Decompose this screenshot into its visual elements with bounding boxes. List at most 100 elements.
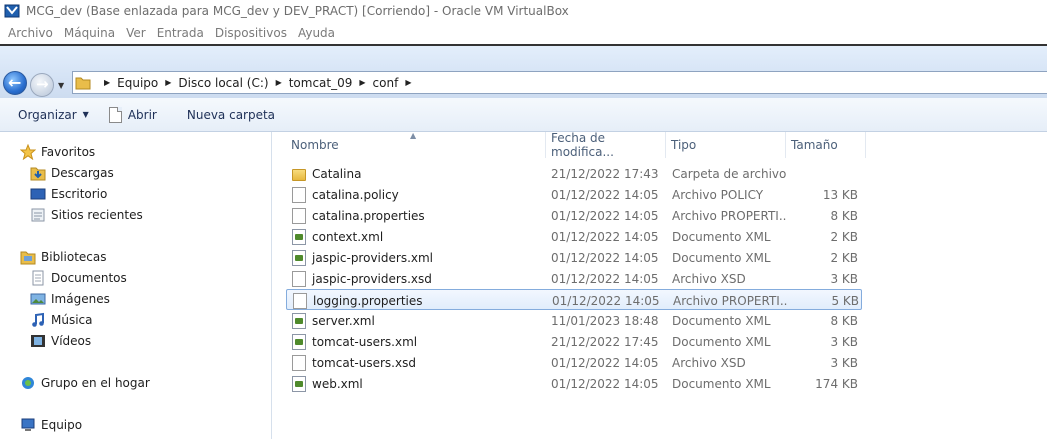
address-area: ← → ▼ ▶ Equipo ▶ Disco local (C:) ▶ tomc… [0,44,1047,98]
column-label: Tamaño [791,138,838,152]
folder-icon [75,76,91,90]
nav-libraries[interactable]: Bibliotecas [20,247,106,267]
recent-pages-dropdown-icon[interactable]: ▼ [58,81,64,90]
breadcrumb-tomcat[interactable]: tomcat_09 [289,76,353,90]
organize-button[interactable]: Organizar ▼ [18,108,89,122]
nav-images[interactable]: Imágenes [30,289,110,309]
file-size: 8 KB [830,208,858,223]
folder-icon [292,168,306,181]
file-name: web.xml [312,376,363,391]
file-size: 3 KB [830,355,858,370]
back-button[interactable]: ← [3,71,27,95]
file-name: Catalina [312,166,362,181]
menu-dispositivos[interactable]: Dispositivos [215,26,287,40]
nav-homegroup[interactable]: Grupo en el hogar [20,373,150,393]
computer-icon [20,417,36,433]
nav-desktop[interactable]: Escritorio [30,184,107,204]
file-type: Archivo POLICY [672,187,764,202]
xml-file-icon [292,375,306,392]
nav-label: Escritorio [51,187,108,201]
nav-documents[interactable]: Documentos [30,268,127,288]
document-icon [108,106,122,123]
file-type: Documento XML [672,376,771,391]
breadcrumb-equipo[interactable]: Equipo [117,76,158,90]
file-date: 01/12/2022 14:05 [551,376,659,391]
breadcrumb-arrow-icon[interactable]: ▶ [165,78,171,87]
file-size [791,163,858,184]
new-folder-button[interactable]: Nueva carpeta [187,108,275,122]
file-date: 01/12/2022 14:05 [551,250,659,265]
file-row[interactable]: Catalina 21/12/2022 17:43 Carpeta de arc… [286,163,862,184]
nav-recent-places[interactable]: Sitios recientes [30,205,143,225]
file-size: 174 KB [815,376,858,391]
forward-button[interactable]: → [30,73,54,97]
file-name: catalina.properties [312,208,425,223]
file-type: Archivo PROPERTI... [672,208,787,223]
menu-maquina[interactable]: Máquina [64,26,115,40]
window-title-bar: MCG_dev (Base enlazada para MCG_dev y DE… [0,0,1047,22]
nav-label: Sitios recientes [51,208,143,222]
column-headers: ▲ Nombre Fecha de modifica... Tipo Tamañ… [286,131,1047,159]
back-arrow-icon: ← [8,73,22,92]
nav-music[interactable]: Música [30,310,93,330]
downloads-folder-icon [30,165,46,181]
breadcrumb-arrow-icon[interactable]: ▶ [359,78,365,87]
file-row[interactable]: context.xml 01/12/2022 14:05 Documento X… [286,226,862,247]
file-row-selected[interactable]: logging.properties 01/12/2022 14:05 Arch… [286,289,862,310]
xml-file-icon [292,249,306,266]
column-header-type[interactable]: Tipo [666,132,786,158]
nav-videos[interactable]: Vídeos [30,331,91,351]
desktop-icon [30,186,46,202]
file-size: 3 KB [830,334,858,349]
file-row[interactable]: catalina.properties 01/12/2022 14:05 Arc… [286,205,862,226]
music-icon [30,312,46,328]
homegroup-icon [20,375,36,391]
nav-favorites[interactable]: Favoritos [19,142,95,162]
nav-downloads[interactable]: Descargas [30,163,114,183]
nav-label: Descargas [51,166,114,180]
breadcrumb-arrow-icon[interactable]: ▶ [276,78,282,87]
nav-computer[interactable]: Equipo [20,415,82,435]
breadcrumb-disco-local[interactable]: Disco local (C:) [178,76,268,90]
file-icon [292,207,306,224]
file-row[interactable]: tomcat-users.xml 21/12/2022 17:45 Docume… [286,331,862,352]
videos-icon [30,333,46,349]
file-date: 01/12/2022 14:05 [552,293,660,308]
breadcrumb-arrow-icon[interactable]: ▶ [405,78,411,87]
file-name: tomcat-users.xml [312,334,418,349]
file-date: 21/12/2022 17:43 [551,166,659,181]
file-date: 01/12/2022 14:05 [551,355,659,370]
menu-ver[interactable]: Ver [126,26,146,40]
file-date: 01/12/2022 14:05 [551,187,659,202]
column-header-size[interactable]: Tamaño [786,132,866,158]
file-type: Archivo XSD [672,355,746,370]
column-label: Fecha de modifica... [551,131,614,159]
menu-archivo[interactable]: Archivo [8,26,53,40]
file-row[interactable]: catalina.policy 01/12/2022 14:05 Archivo… [286,184,862,205]
column-header-name[interactable]: Nombre [286,132,546,158]
file-date: 11/01/2023 18:48 [551,313,659,328]
organize-label: Organizar [18,107,77,122]
file-row[interactable]: web.xml 01/12/2022 14:05 Documento XML 1… [286,373,862,394]
xml-file-icon [292,228,306,245]
file-row[interactable]: jaspic-providers.xsd 01/12/2022 14:05 Ar… [286,268,862,289]
file-name: logging.properties [313,293,423,308]
images-icon [30,291,46,307]
documents-icon [30,270,46,286]
menu-ayuda[interactable]: Ayuda [298,26,335,40]
column-header-date[interactable]: Fecha de modifica... [546,131,666,159]
file-name: jaspic-providers.xsd [312,271,432,286]
nav-label: Imágenes [51,292,110,306]
open-button[interactable]: Abrir [108,106,157,123]
file-size: 3 KB [830,271,858,286]
nav-label: Documentos [51,271,127,285]
breadcrumb-arrow-icon[interactable]: ▶ [104,78,110,87]
file-name: context.xml [312,229,384,244]
file-row[interactable]: tomcat-users.xsd 01/12/2022 14:05 Archiv… [286,352,862,373]
file-row[interactable]: jaspic-providers.xml 01/12/2022 14:05 Do… [286,247,862,268]
chevron-down-icon: ▼ [82,110,89,119]
breadcrumb-conf[interactable]: conf [373,76,399,90]
address-bar[interactable]: ▶ Equipo ▶ Disco local (C:) ▶ tomcat_09 … [72,71,1047,94]
menu-entrada[interactable]: Entrada [157,26,204,40]
file-row[interactable]: server.xml 11/01/2023 18:48 Documento XM… [286,310,862,331]
